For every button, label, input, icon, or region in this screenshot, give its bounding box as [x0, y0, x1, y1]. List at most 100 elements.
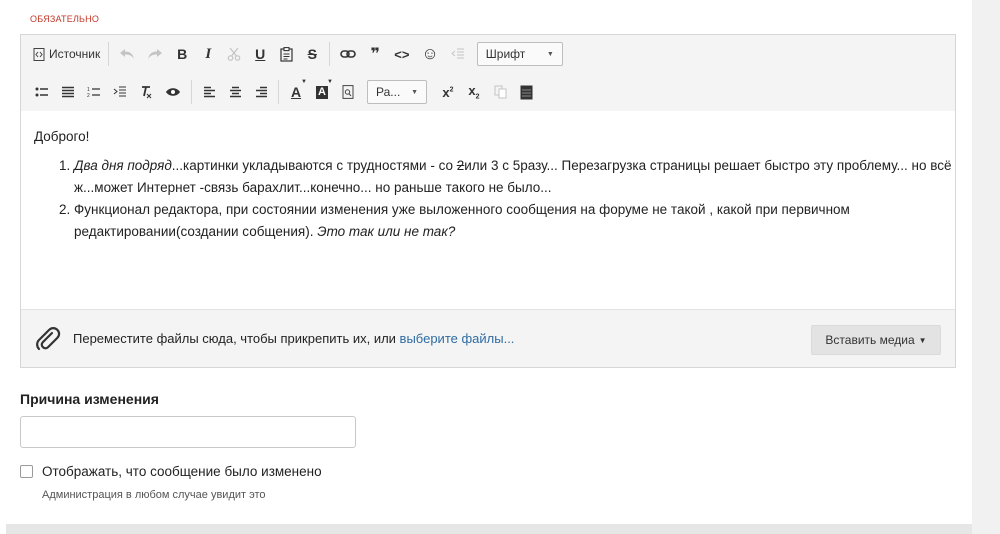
spoiler-block-icon [520, 85, 533, 100]
smiley-button[interactable]: ☺ [415, 41, 444, 67]
chevron-down-icon: ▼ [301, 79, 307, 85]
paste-icon [280, 46, 293, 62]
insert-media-button[interactable]: Вставить медиа ▼ [811, 325, 941, 355]
required-label: ОБЯЗАТЕЛЬНО [30, 14, 100, 24]
undo-icon [119, 48, 135, 60]
list-item: Функционал редактора, при состоянии изме… [74, 199, 954, 243]
list-item: Два дня подряд...картинки укладываются с… [74, 155, 954, 199]
copy-icon [494, 85, 507, 99]
italic-text: Это так или не так? [317, 224, 456, 239]
strikethrough-icon: S [307, 46, 317, 62]
blockquote-icon: ❞ [370, 46, 380, 63]
dropzone-text: Переместите файлы сюда, чтобы прикрепить… [73, 331, 514, 346]
list-item-text: Функционал редактора, при состоянии изме… [74, 202, 850, 239]
list-item-text: ...картинки укладываются с трудностями -… [171, 158, 457, 173]
bold-button[interactable]: B [169, 41, 195, 67]
indent-button[interactable] [107, 79, 133, 105]
toolbar-row-2: 12 A ▼ A ▼ Ра... ▼ x2 x2 [29, 78, 539, 106]
show-edited-label[interactable]: Отображать, что сообщение было изменено [42, 464, 322, 479]
choose-files-link[interactable]: выберите файлы... [400, 331, 515, 346]
find-button[interactable] [335, 79, 361, 105]
bold-icon: B [177, 46, 188, 62]
blockquote-button[interactable]: ❞ [362, 41, 388, 67]
editor-content[interactable]: Доброго! Два дня подряд...картинки уклад… [21, 111, 955, 309]
cut-button[interactable] [221, 41, 247, 67]
italic-text: Два дня подряд [74, 158, 172, 173]
background-color-button[interactable]: A ▼ [309, 79, 335, 105]
toolbar-separator [191, 80, 192, 104]
size-select-value: Ра... [376, 85, 401, 99]
italic-button[interactable]: I [195, 41, 221, 67]
rich-text-editor: Источник B I U S ❞ <> ☺ Шрифт ▼ 1 2 A ▼ … [20, 34, 956, 368]
outdent-button[interactable] [445, 41, 471, 67]
source-icon [33, 47, 45, 61]
preview-eye-icon [165, 87, 181, 97]
chevron-down-icon: ▼ [411, 88, 418, 96]
align-right-button[interactable] [248, 79, 274, 105]
align-center-icon [229, 86, 242, 98]
superscript-button[interactable]: x2 [435, 79, 461, 105]
source-label: Источник [49, 47, 101, 61]
indent-icon [113, 86, 127, 98]
align-center-button[interactable] [222, 79, 248, 105]
chevron-down-icon: ▼ [327, 79, 333, 85]
source-button[interactable]: Источник [29, 41, 104, 67]
link-button[interactable] [334, 41, 362, 67]
toolbar-row-1: Источник B I U S ❞ <> ☺ Шрифт ▼ [29, 40, 563, 68]
align-left-icon [203, 86, 216, 98]
align-right-icon [255, 86, 268, 98]
editor-toolbar: Источник B I U S ❞ <> ☺ Шрифт ▼ 1 2 A ▼ … [21, 35, 955, 111]
show-edited-option: Отображать, что сообщение было изменено [20, 464, 322, 479]
text-color-icon: A [290, 84, 302, 100]
edit-reason-input[interactable] [20, 416, 356, 448]
content-greeting: Доброго! [34, 129, 90, 144]
code-icon: <> [394, 46, 410, 62]
insert-media-label: Вставить медиа [825, 333, 915, 347]
subscript-icon: x2 [468, 83, 480, 101]
strikethrough-button[interactable]: S [299, 41, 325, 67]
superscript-icon: x2 [442, 84, 454, 100]
justify-button[interactable] [55, 79, 81, 105]
text-color-button[interactable]: A ▼ [283, 79, 309, 105]
size-select[interactable]: Ра... ▼ [367, 80, 427, 104]
paste-button[interactable] [273, 41, 299, 67]
align-left-button[interactable] [196, 79, 222, 105]
bulleted-list-icon [35, 86, 49, 98]
underline-button[interactable]: U [247, 41, 273, 67]
content-numbered-list: Два дня подряд...картинки укладываются с… [34, 155, 954, 243]
toolbar-separator [108, 42, 110, 66]
code-button[interactable]: <> [388, 41, 415, 67]
right-gutter [972, 0, 1000, 534]
remove-format-icon [139, 85, 153, 99]
link-icon [340, 49, 357, 59]
spoiler-button[interactable] [513, 79, 539, 105]
numbered-list-button[interactable]: 12 [81, 79, 107, 105]
redo-icon [147, 48, 163, 60]
font-select-value: Шрифт [485, 47, 526, 61]
font-select[interactable]: Шрифт ▼ [476, 42, 563, 66]
form-footer-bar [6, 524, 972, 534]
remove-format-button[interactable] [133, 79, 159, 105]
underline-icon: U [255, 46, 266, 62]
chevron-down-icon: ▼ [546, 50, 554, 58]
outdent-icon [451, 48, 465, 60]
show-edited-checkbox[interactable] [20, 465, 33, 478]
italic-icon: I [205, 45, 212, 62]
toolbar-separator [329, 42, 331, 66]
preview-button[interactable] [159, 79, 187, 105]
svg-text:2: 2 [87, 93, 90, 98]
subscript-button[interactable]: x2 [461, 79, 487, 105]
edit-reason-label: Причина изменения [20, 391, 159, 407]
numbered-list-icon: 12 [87, 86, 101, 98]
undo-button[interactable] [113, 41, 141, 67]
bulleted-list-button[interactable] [29, 79, 55, 105]
caret-down-icon: ▼ [918, 335, 927, 345]
dropzone-instructions: Переместите файлы сюда, чтобы прикрепить… [73, 331, 400, 346]
paperclip-icon [34, 325, 62, 353]
smiley-icon: ☺ [421, 44, 439, 63]
find-icon [342, 85, 354, 99]
redo-button[interactable] [141, 41, 169, 67]
attachment-dropzone[interactable]: Переместите файлы сюда, чтобы прикрепить… [21, 309, 955, 367]
copy-button[interactable] [487, 79, 513, 105]
toolbar-separator [278, 80, 279, 104]
